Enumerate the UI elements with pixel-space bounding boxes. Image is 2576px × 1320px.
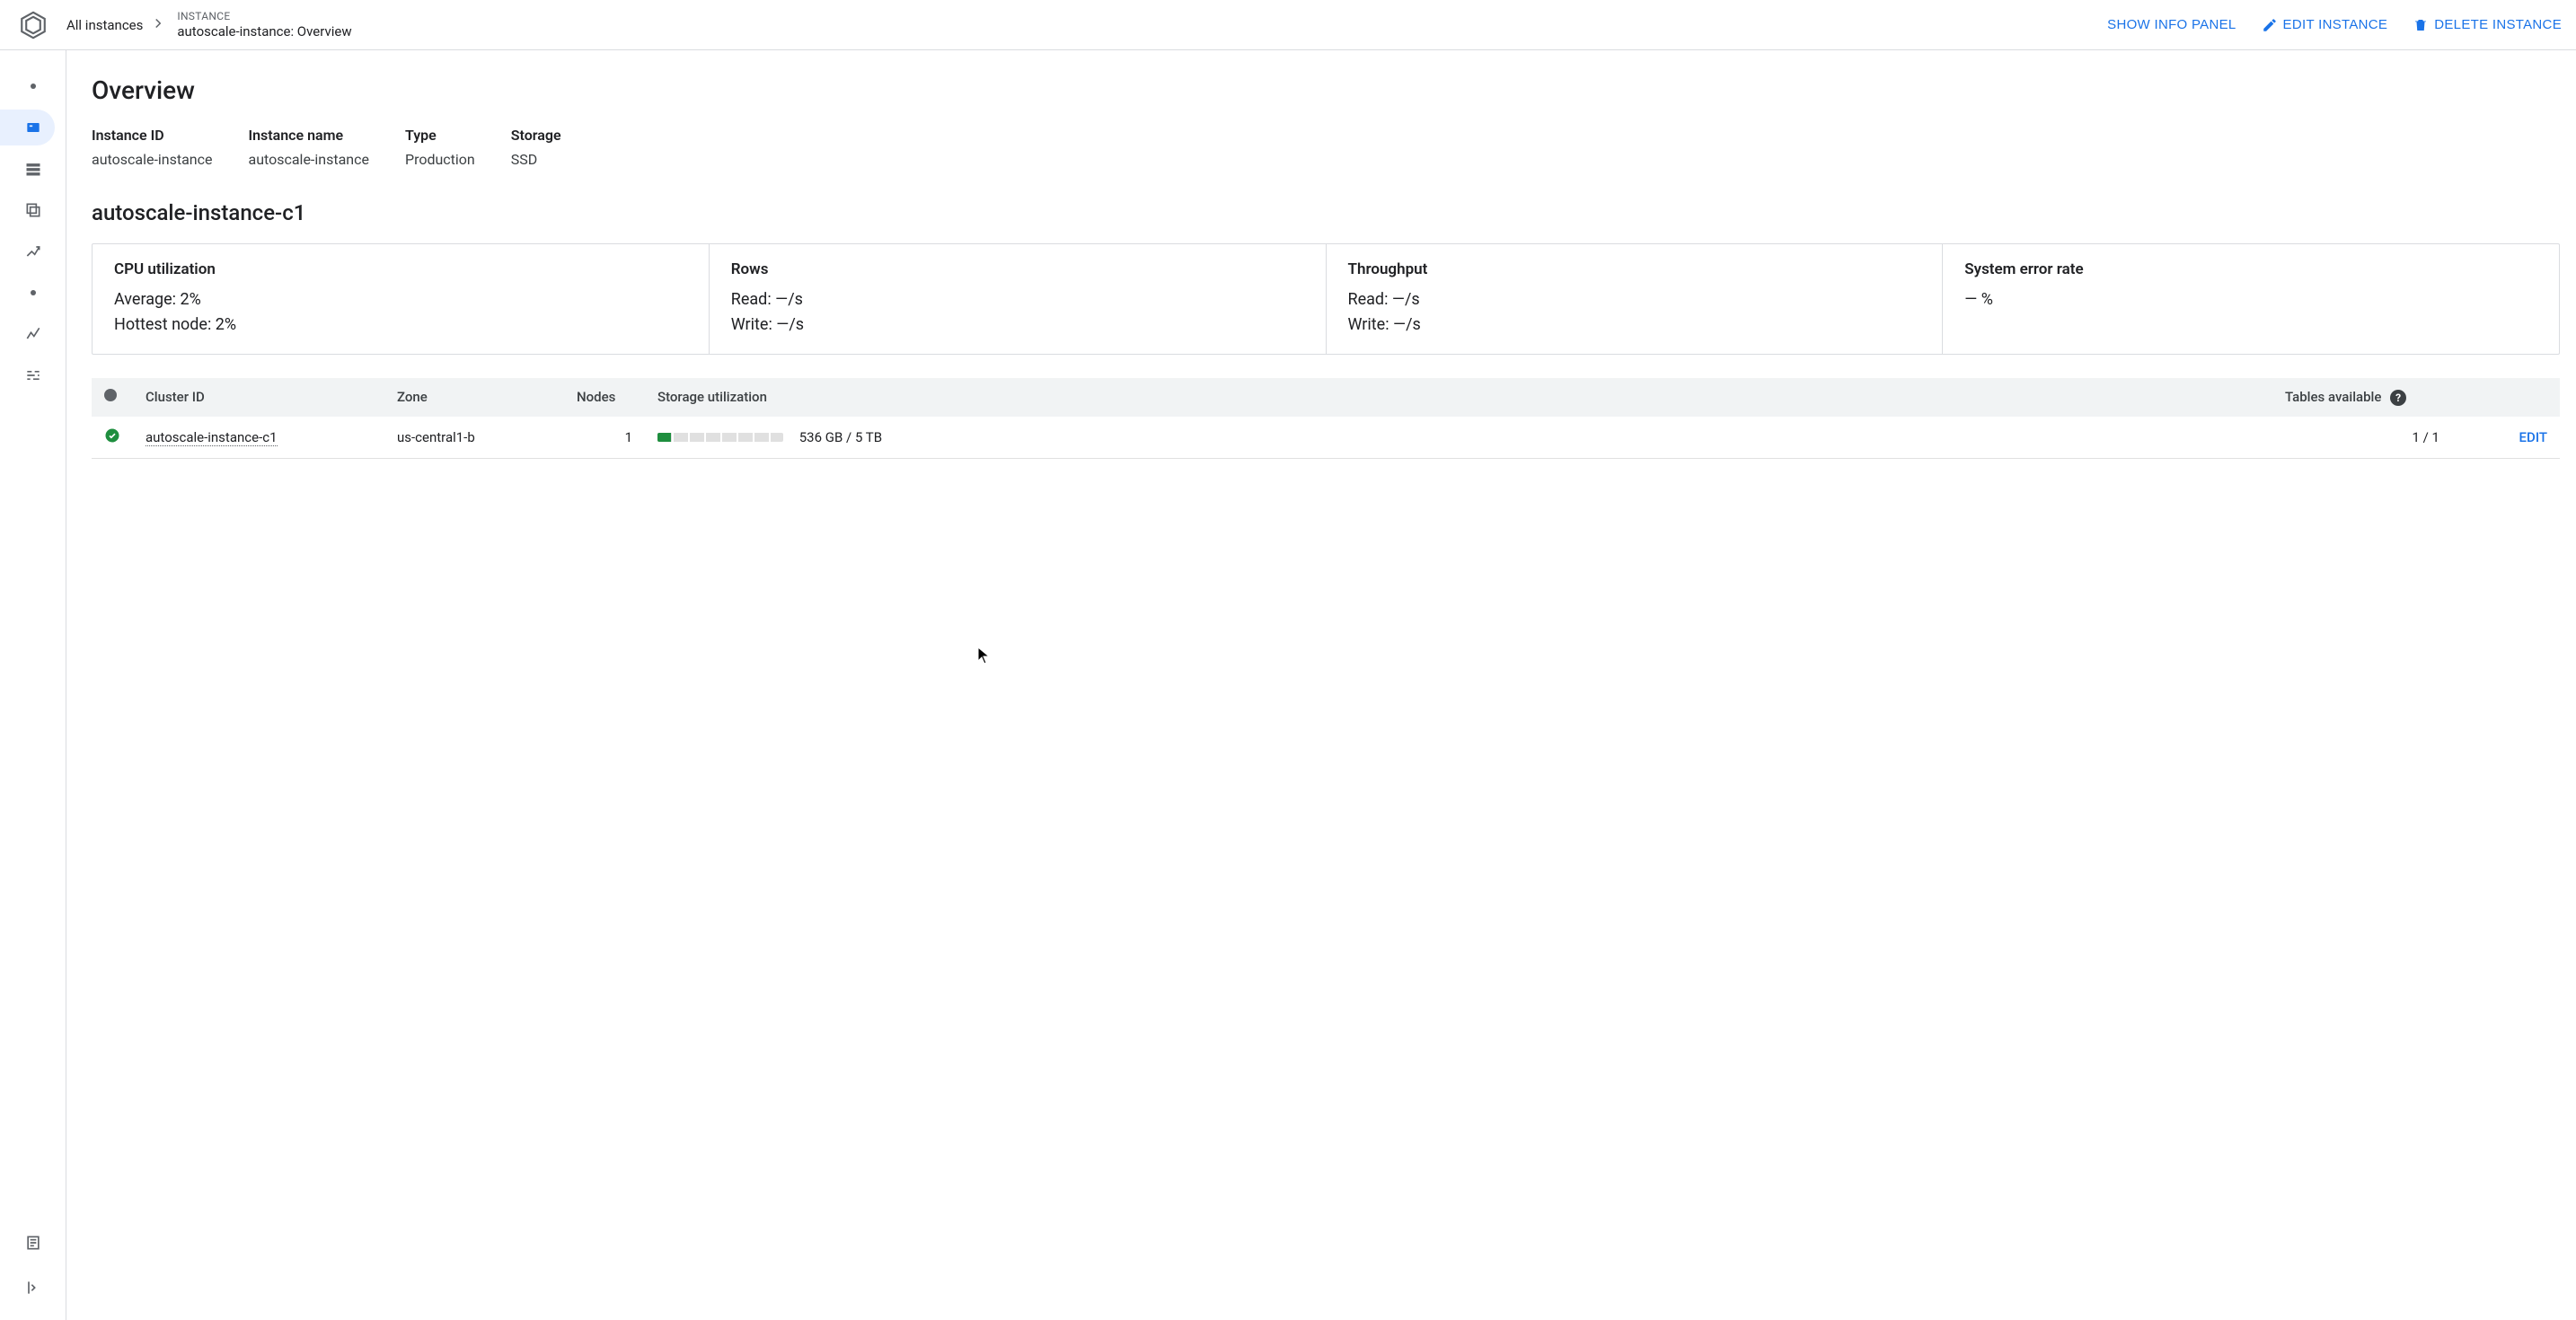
instance-properties: Instance ID autoscale-instance Instance … (92, 127, 2576, 168)
metric-error-value: — % (1964, 287, 2537, 312)
cluster-id-link[interactable]: autoscale-instance-c1 (146, 429, 278, 446)
prop-value-id: autoscale-instance (92, 151, 212, 168)
sidebar-item-quota[interactable] (0, 357, 55, 393)
th-tables-avail-label: Tables available (2285, 389, 2381, 405)
chevron-right-icon (150, 15, 166, 35)
prop-value-storage: SSD (511, 151, 561, 168)
prop-label-storage: Storage (511, 127, 561, 144)
metric-throughput-write: Write: —/s (1348, 312, 1921, 338)
table-row: autoscale-instance-c1 us-central1-b 1 53… (92, 417, 2560, 459)
metrics-card: CPU utilization Average: 2% Hottest node… (92, 243, 2560, 355)
cell-storage-util: 536 GB / 5 TB (645, 417, 2272, 459)
prop-value-name: autoscale-instance (248, 151, 368, 168)
help-icon[interactable]: ? (2390, 390, 2406, 406)
sidebar-item-dot-2[interactable] (0, 275, 55, 311)
storage-util-bar (657, 433, 783, 442)
prop-label-name: Instance name (248, 127, 368, 144)
status-header-icon (104, 389, 117, 401)
product-logo[interactable] (0, 0, 66, 49)
edit-instance-button[interactable]: EDIT INSTANCE (2262, 17, 2388, 33)
th-storage-util[interactable]: Storage utilization (645, 378, 2272, 417)
action-label: DELETE INSTANCE (2434, 17, 2562, 32)
top-bar: All instances INSTANCE autoscale-instanc… (0, 0, 2576, 50)
sidebar-item-monitoring[interactable] (0, 316, 55, 352)
cell-zone: us-central1-b (384, 417, 564, 459)
sidebar-item-arrow[interactable] (0, 233, 55, 269)
trend-arrow-icon (24, 242, 42, 260)
cell-tables-avail: 1 / 1 (2272, 417, 2452, 459)
breadcrumb: All instances INSTANCE autoscale-instanc… (66, 10, 352, 40)
metric-cpu-avg: Average: 2% (114, 287, 687, 312)
storage-util-fill (657, 433, 671, 442)
th-zone[interactable]: Zone (384, 378, 564, 417)
pencil-icon (2262, 17, 2278, 33)
metric-cpu-title: CPU utilization (114, 260, 687, 278)
metric-throughput-title: Throughput (1348, 260, 1921, 278)
breadcrumb-title: autoscale-instance: Overview (177, 23, 351, 40)
metric-cpu-hot: Hottest node: 2% (114, 312, 687, 338)
th-tables-avail[interactable]: Tables available ? (2272, 378, 2452, 417)
instance-icon (24, 119, 42, 136)
cluster-table: Cluster ID Zone Nodes Storage utilizatio… (92, 378, 2560, 459)
notes-icon (24, 1234, 42, 1252)
top-actions: SHOW INFO PANEL EDIT INSTANCE DELETE INS… (2107, 17, 2562, 33)
metric-cpu: CPU utilization Average: 2% Hottest node… (93, 244, 710, 354)
cell-nodes: 1 (564, 417, 645, 459)
sidebar-item-release-notes[interactable] (0, 1225, 55, 1261)
sliders-icon (24, 366, 42, 384)
page-title: Overview (92, 75, 2576, 105)
breadcrumb-root-link[interactable]: All instances (66, 17, 143, 33)
backup-icon (24, 201, 42, 219)
prop-label-type: Type (405, 127, 475, 144)
chart-icon (24, 325, 42, 343)
prop-label-id: Instance ID (92, 127, 212, 144)
metric-error-title: System error rate (1964, 260, 2537, 278)
sidebar (0, 50, 66, 1320)
metric-rows-read: Read: —/s (731, 287, 1304, 312)
breadcrumb-eyebrow: INSTANCE (177, 10, 351, 23)
prop-value-type: Production (405, 151, 475, 168)
metric-error: System error rate — % (1943, 244, 2559, 354)
sidebar-item-backups[interactable] (0, 192, 55, 228)
trash-icon (2413, 17, 2429, 33)
sidebar-item-instances[interactable] (0, 110, 55, 145)
th-cluster-id[interactable]: Cluster ID (133, 378, 384, 417)
expand-icon (24, 1279, 42, 1297)
table-icon (24, 160, 42, 178)
storage-util-text: 536 GB / 5 TB (799, 429, 882, 445)
edit-cluster-link[interactable]: EDIT (2519, 429, 2547, 445)
delete-instance-button[interactable]: DELETE INSTANCE (2413, 17, 2562, 33)
action-label: EDIT INSTANCE (2283, 17, 2388, 32)
hexagon-logo-icon (18, 10, 49, 40)
metric-rows: Rows Read: —/s Write: —/s (710, 244, 1327, 354)
dot-icon (31, 290, 36, 295)
cluster-title: autoscale-instance-c1 (92, 200, 2576, 225)
sidebar-item-dot-1[interactable] (0, 68, 55, 104)
metric-rows-title: Rows (731, 260, 1304, 278)
action-label: SHOW INFO PANEL (2107, 17, 2236, 32)
expand-sidebar-button[interactable] (12, 1266, 55, 1309)
metric-rows-write: Write: —/s (731, 312, 1304, 338)
metric-throughput: Throughput Read: —/s Write: —/s (1327, 244, 1944, 354)
main-content: Overview Instance ID autoscale-instance … (66, 50, 2576, 1320)
metric-throughput-read: Read: —/s (1348, 287, 1921, 312)
th-nodes[interactable]: Nodes (564, 378, 645, 417)
show-info-panel-button[interactable]: SHOW INFO PANEL (2107, 17, 2236, 32)
sidebar-item-tables[interactable] (0, 151, 55, 187)
dot-icon (31, 84, 36, 89)
status-ok-icon (104, 427, 120, 444)
